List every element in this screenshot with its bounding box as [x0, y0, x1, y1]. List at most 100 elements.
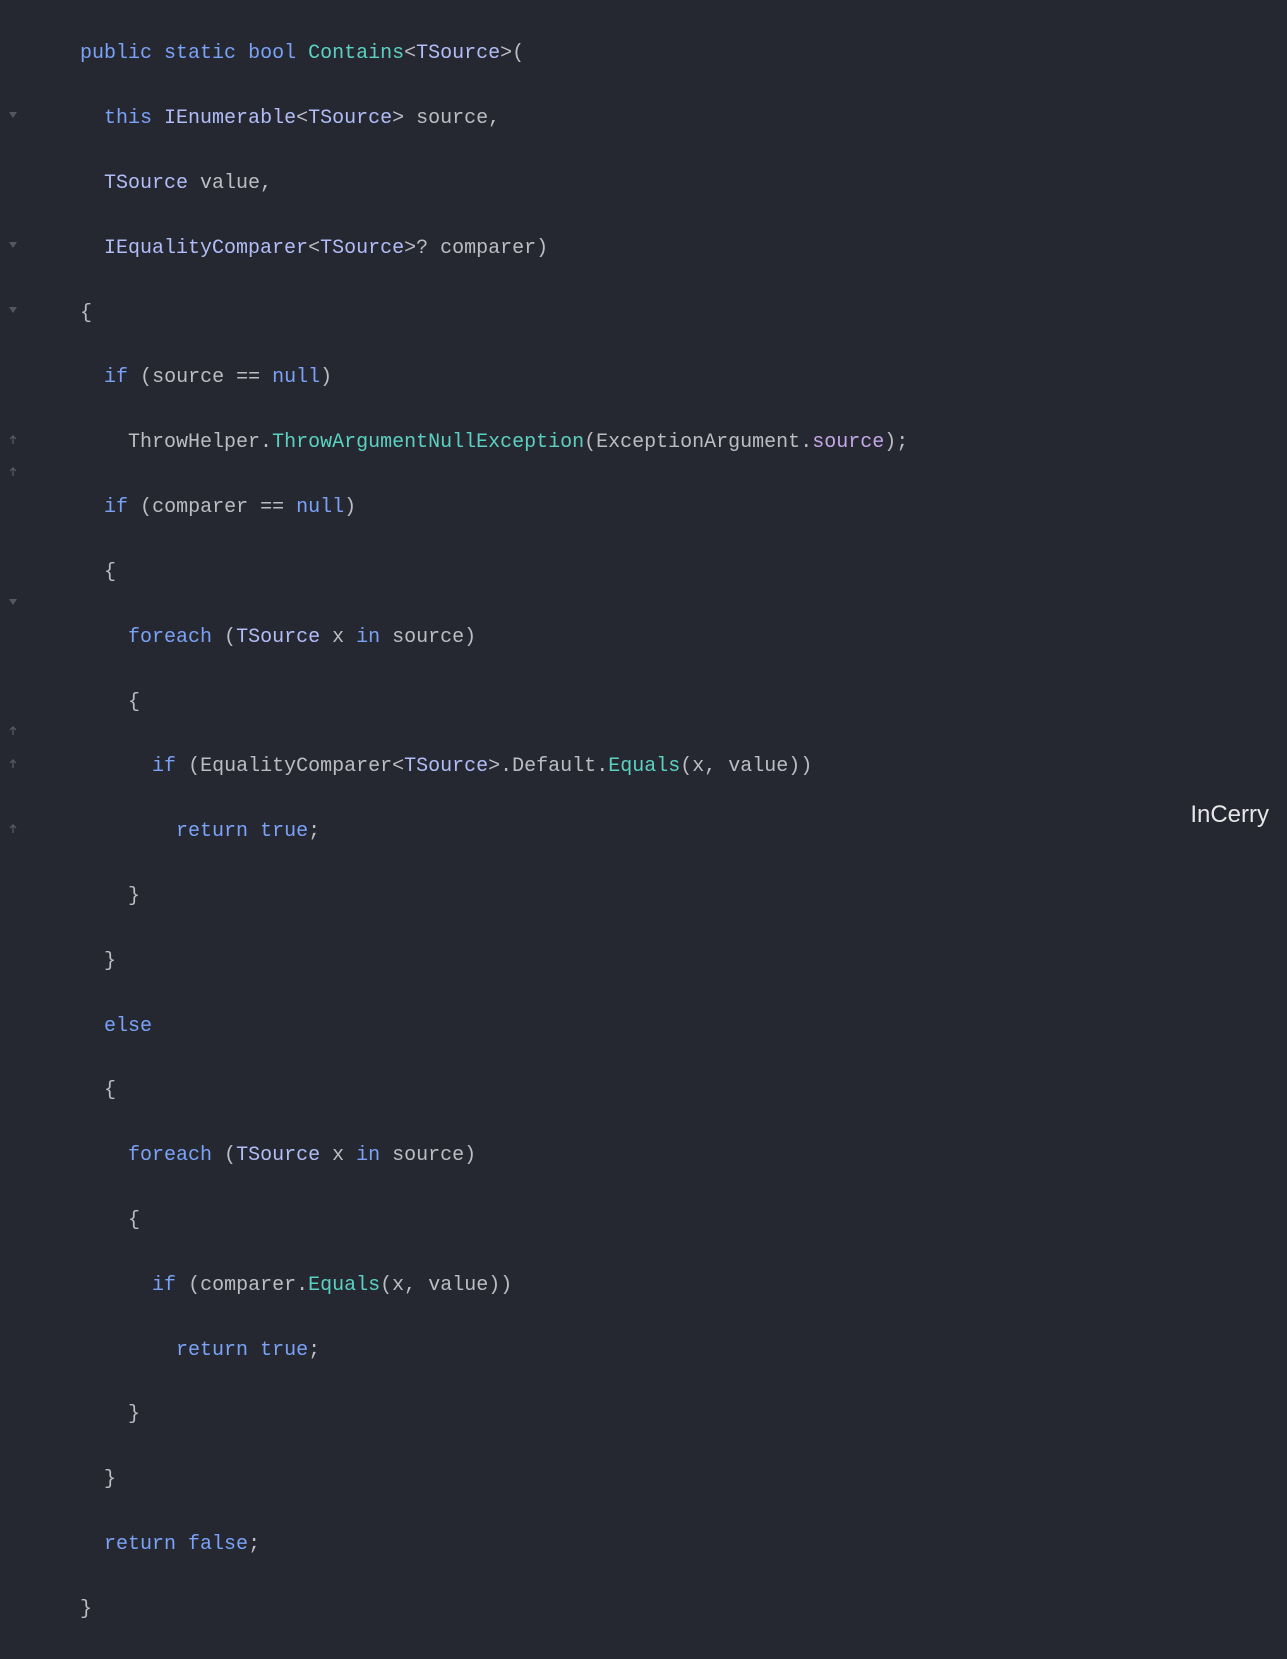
- keyword-public: public: [80, 42, 152, 65]
- code-line: if (EqualityComparer<TSource>.Default.Eq…: [32, 751, 908, 783]
- keyword-if: if: [104, 496, 128, 519]
- comma: ,: [488, 107, 500, 130]
- code-line: return false;: [32, 1529, 908, 1561]
- code-line: foreach (TSource x in source): [32, 1140, 908, 1172]
- dot: .: [296, 1274, 308, 1297]
- fold-marker-icon[interactable]: [6, 757, 20, 771]
- method-call: Equals: [608, 755, 680, 778]
- type-name: IEnumerable: [164, 107, 296, 130]
- property: Default: [512, 755, 596, 778]
- code-line: }: [32, 946, 908, 978]
- param-name: comparer: [440, 237, 536, 260]
- paren-open: (: [680, 755, 692, 778]
- class-name: ThrowHelper: [128, 431, 260, 454]
- code-line: public static bool Contains<TSource>(: [32, 38, 908, 70]
- class-name: ExceptionArgument: [596, 431, 800, 454]
- keyword-if: if: [152, 755, 176, 778]
- identifier: value: [728, 755, 788, 778]
- code-line: {: [32, 298, 908, 330]
- keyword-null: null: [272, 366, 320, 389]
- angle-close: >: [392, 107, 404, 130]
- brace-open: {: [128, 1209, 140, 1232]
- operator-eq: ==: [260, 496, 284, 519]
- paren-close: ): [788, 755, 800, 778]
- keyword-if: if: [104, 366, 128, 389]
- fold-marker-icon[interactable]: [6, 465, 20, 479]
- paren-open: (: [224, 626, 236, 649]
- class-name: EqualityComparer: [200, 755, 392, 778]
- type-param: TSource: [104, 172, 188, 195]
- angle-open: <: [404, 42, 416, 65]
- code-block: public static bool Contains<TSource>( th…: [32, 6, 908, 1659]
- type-name: IEqualityComparer: [104, 237, 308, 260]
- code-line: if (comparer == null): [32, 492, 908, 524]
- angle-open: <: [392, 755, 404, 778]
- paren-open: (: [140, 366, 152, 389]
- code-line: {: [32, 687, 908, 719]
- angle-open: <: [296, 107, 308, 130]
- method-name: Contains: [308, 42, 404, 65]
- paren-close: ): [884, 431, 896, 454]
- dot: .: [260, 431, 272, 454]
- fold-marker-icon[interactable]: [6, 108, 20, 122]
- code-line: {: [32, 1075, 908, 1107]
- paren-open: (: [140, 496, 152, 519]
- semicolon: ;: [308, 1339, 320, 1362]
- nullable-marker: ?: [416, 237, 428, 260]
- type-param: TSource: [404, 755, 488, 778]
- code-line: else: [32, 1011, 908, 1043]
- paren-close: ): [488, 1274, 500, 1297]
- fold-marker-icon[interactable]: [6, 724, 20, 738]
- paren-close: ): [800, 755, 812, 778]
- identifier: value: [428, 1274, 488, 1297]
- paren-close: ): [464, 626, 476, 649]
- paren-open: (: [584, 431, 596, 454]
- identifier: x: [692, 755, 704, 778]
- paren-open: (: [380, 1274, 392, 1297]
- keyword-foreach: foreach: [128, 1144, 212, 1167]
- identifier: x: [332, 1144, 344, 1167]
- brace-close: }: [80, 1598, 92, 1621]
- semicolon: ;: [248, 1533, 260, 1556]
- method-call: ThrowArgumentNullException: [272, 431, 584, 454]
- identifier: x: [332, 626, 344, 649]
- keyword-static: static: [164, 42, 236, 65]
- keyword-this: this: [104, 107, 152, 130]
- operator-eq: ==: [236, 366, 260, 389]
- gutter: [0, 0, 32, 843]
- paren-open: (: [224, 1144, 236, 1167]
- paren-close: ): [344, 496, 356, 519]
- dot: .: [500, 755, 512, 778]
- keyword-if: if: [152, 1274, 176, 1297]
- paren-open: (: [512, 42, 524, 65]
- comma: ,: [404, 1274, 416, 1297]
- dot: .: [800, 431, 812, 454]
- paren-open: (: [188, 1274, 200, 1297]
- identifier: source: [392, 1144, 464, 1167]
- semicolon: ;: [308, 820, 320, 843]
- code-line: if (comparer.Equals(x, value)): [32, 1270, 908, 1302]
- fold-marker-icon[interactable]: [6, 822, 20, 836]
- angle-open: <: [308, 237, 320, 260]
- type-param: TSource: [416, 42, 500, 65]
- param-name: source: [416, 107, 488, 130]
- fold-marker-icon[interactable]: [6, 238, 20, 252]
- keyword-else: else: [104, 1015, 152, 1038]
- fold-marker-icon[interactable]: [6, 303, 20, 317]
- keyword-false: false: [188, 1533, 248, 1556]
- code-line: foreach (TSource x in source): [32, 622, 908, 654]
- brace-close: }: [128, 1403, 140, 1426]
- code-line: TSource value,: [32, 168, 908, 200]
- code-line: return true;: [32, 1335, 908, 1367]
- keyword-null: null: [296, 496, 344, 519]
- keyword-true: true: [260, 820, 308, 843]
- type-param: TSource: [236, 1144, 320, 1167]
- comma: ,: [260, 172, 272, 195]
- brace-open: {: [104, 1079, 116, 1102]
- type-param: TSource: [320, 237, 404, 260]
- fold-marker-icon[interactable]: [6, 595, 20, 609]
- fold-marker-icon[interactable]: [6, 433, 20, 447]
- watermark-label: InCerry: [1190, 799, 1269, 831]
- property: source: [812, 431, 884, 454]
- identifier: source: [152, 366, 224, 389]
